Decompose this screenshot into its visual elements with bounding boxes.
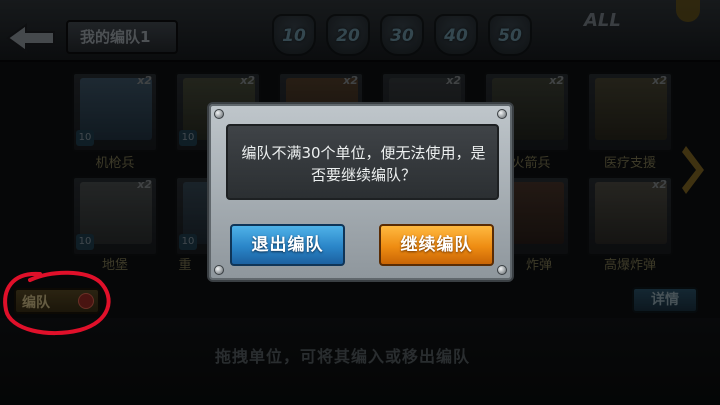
exit-formation-button[interactable]: 退出编队 <box>230 224 345 266</box>
rivet-icon <box>497 265 507 275</box>
rivet-icon <box>214 109 224 119</box>
confirm-dialog: 编队不满30个单位，便无法使用，是否要继续编队？ 退出编队 继续编队 <box>207 102 514 282</box>
rivet-icon <box>497 109 507 119</box>
dialog-message: 编队不满30个单位，便无法使用，是否要继续编队？ <box>241 144 486 184</box>
rivet-icon <box>214 265 224 275</box>
continue-formation-button[interactable]: 继续编队 <box>379 224 494 266</box>
dialog-message-panel: 编队不满30个单位，便无法使用，是否要继续编队？ <box>226 124 499 200</box>
